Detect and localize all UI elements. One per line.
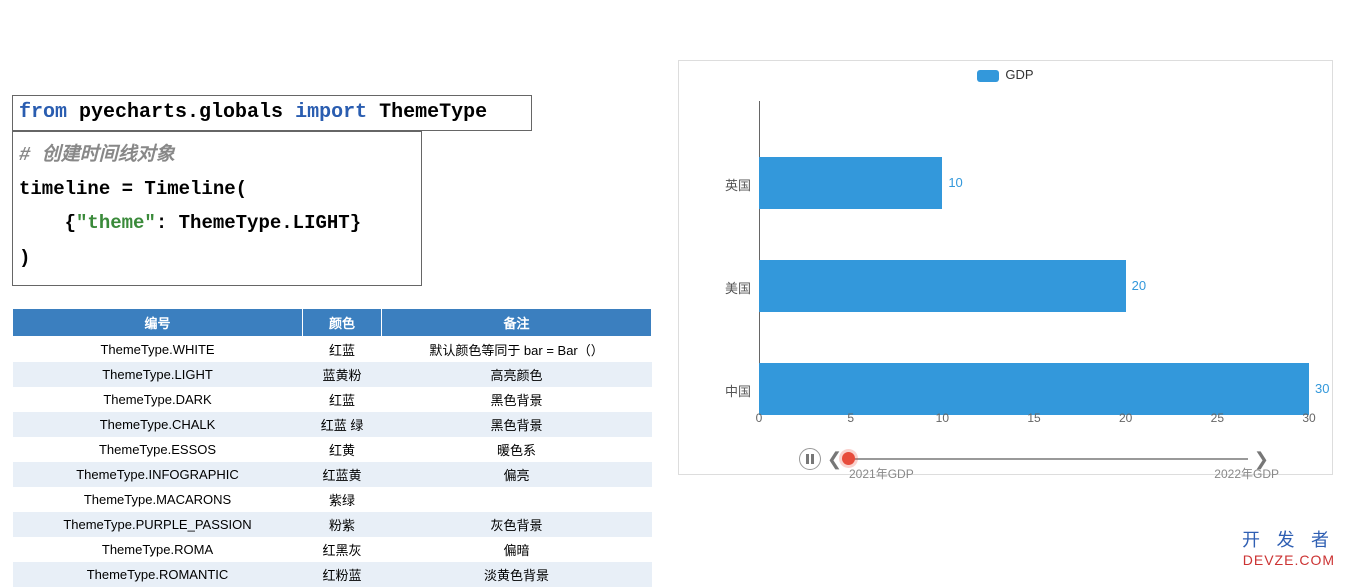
bar-value-label: 30 xyxy=(1315,381,1329,396)
table-row: ThemeType.WHITE红蓝默认颜色等同于 bar = Bar（） xyxy=(13,336,652,362)
table-cell: ThemeType.WHITE xyxy=(13,336,303,362)
x-axis-tick: 20 xyxy=(1119,411,1132,425)
x-axis-tick: 15 xyxy=(1027,411,1040,425)
code-line-3: ) xyxy=(19,241,415,275)
code-line-2: {"theme": ThemeType.LIGHT} xyxy=(19,206,415,240)
brace-open: { xyxy=(65,212,76,234)
timeline-handle-icon[interactable] xyxy=(842,452,855,465)
th-id: 编号 xyxy=(13,308,303,336)
timeline-point-1: 2022年GDP xyxy=(1214,465,1279,482)
code-line-1: timeline = Timeline( xyxy=(19,172,415,206)
pause-button[interactable] xyxy=(799,448,821,470)
table-row: ThemeType.MACARONS紫绿 xyxy=(13,487,652,512)
table-cell: ThemeType.PURPLE_PASSION xyxy=(13,512,303,537)
table-row: ThemeType.ROMA红黑灰偏暗 xyxy=(13,537,652,562)
x-axis-tick: 30 xyxy=(1302,411,1315,425)
table-cell xyxy=(382,487,652,512)
legend-swatch-icon xyxy=(977,70,999,82)
table-cell: 暖色系 xyxy=(382,437,652,462)
code-block-timeline: # 创建时间线对象 timeline = Timeline( {"theme":… xyxy=(12,131,422,286)
table-row: ThemeType.CHALK红蓝 绿黑色背景 xyxy=(13,412,652,437)
table-cell: 淡黄色背景 xyxy=(382,562,652,587)
legend-label: GDP xyxy=(1005,67,1033,82)
table-row: ThemeType.ESSOS红黄暖色系 xyxy=(13,437,652,462)
keyword-from: from xyxy=(19,101,67,124)
left-column: from pyecharts.globals import ThemeType … xyxy=(12,95,532,587)
table-row: ThemeType.INFOGRAPHIC红蓝黄偏亮 xyxy=(13,462,652,487)
y-axis-category: 英国 xyxy=(711,175,751,194)
table-cell: 蓝黄粉 xyxy=(303,362,382,387)
table-cell: ThemeType.LIGHT xyxy=(13,362,303,387)
table-cell: ThemeType.DARK xyxy=(13,387,303,412)
table-row: ThemeType.ROMANTIC红粉蓝淡黄色背景 xyxy=(13,562,652,587)
chart-bar[interactable] xyxy=(759,157,942,209)
table-cell: 红蓝 xyxy=(303,336,382,362)
table-cell: 高亮颜色 xyxy=(382,362,652,387)
indent xyxy=(19,212,65,234)
table-cell: ThemeType.INFOGRAPHIC xyxy=(13,462,303,487)
table-row: ThemeType.DARK红蓝黑色背景 xyxy=(13,387,652,412)
table-row: ThemeType.PURPLE_PASSION粉紫灰色背景 xyxy=(13,512,652,537)
x-axis-tick: 5 xyxy=(847,411,854,425)
chart-bar[interactable] xyxy=(759,363,1309,415)
table-cell: 红黑灰 xyxy=(303,537,382,562)
plot-area: 英国10美国20中国30 xyxy=(759,101,1309,411)
table-cell: 偏亮 xyxy=(382,462,652,487)
code-block-import: from pyecharts.globals import ThemeType xyxy=(12,95,532,131)
timeline-track[interactable] xyxy=(848,458,1248,460)
table-cell: ThemeType.ROMA xyxy=(13,537,303,562)
table-cell: 红粉蓝 xyxy=(303,562,382,587)
chart-bar[interactable] xyxy=(759,260,1126,312)
table-cell: ThemeType.CHALK xyxy=(13,412,303,437)
code-comment: # 创建时间线对象 xyxy=(19,138,415,172)
watermark-main: 开 发 者 xyxy=(1242,526,1335,552)
bar-value-label: 10 xyxy=(948,175,962,190)
table-cell: ThemeType.ESSOS xyxy=(13,437,303,462)
y-axis-category: 中国 xyxy=(711,381,751,400)
watermark-sub: DEVZE.COM xyxy=(1243,552,1335,568)
keyword-import: import xyxy=(295,101,367,124)
y-axis-category: 美国 xyxy=(711,278,751,297)
table-cell: 红蓝 xyxy=(303,387,382,412)
table-cell: 黑色背景 xyxy=(382,412,652,437)
x-axis: 051015202530 xyxy=(759,411,1309,431)
x-axis-tick: 0 xyxy=(756,411,763,425)
table-cell: 红蓝 绿 xyxy=(303,412,382,437)
table-cell: 红黄 xyxy=(303,437,382,462)
brace-close: } xyxy=(350,212,361,234)
table-cell: 偏暗 xyxy=(382,537,652,562)
theme-table-element: 编号 颜色 备注 ThemeType.WHITE红蓝默认颜色等同于 bar = … xyxy=(12,308,652,587)
x-axis-tick: 25 xyxy=(1211,411,1224,425)
theme-table: 编号 颜色 备注 ThemeType.WHITE红蓝默认颜色等同于 bar = … xyxy=(12,308,652,587)
chart-legend[interactable]: GDP xyxy=(679,61,1332,82)
table-cell: 粉紫 xyxy=(303,512,382,537)
prev-button[interactable]: ❮ xyxy=(827,449,842,470)
chart-panel: GDP 英国10美国20中国30 051015202530 ❮ ❯ 2021年G… xyxy=(678,60,1333,475)
table-row: ThemeType.LIGHT蓝黄粉高亮颜色 xyxy=(13,362,652,387)
code-module: pyecharts.globals xyxy=(67,101,295,124)
table-cell: ThemeType.MACARONS xyxy=(13,487,303,512)
timeline-point-0: 2021年GDP xyxy=(849,465,914,482)
table-cell: 默认颜色等同于 bar = Bar（） xyxy=(382,336,652,362)
table-cell: 黑色背景 xyxy=(382,387,652,412)
th-color: 颜色 xyxy=(303,308,382,336)
table-cell: 紫绿 xyxy=(303,487,382,512)
x-axis-tick: 10 xyxy=(936,411,949,425)
table-cell: 灰色背景 xyxy=(382,512,652,537)
table-cell: 红蓝黄 xyxy=(303,462,382,487)
theme-key: "theme" xyxy=(76,212,156,234)
pause-icon xyxy=(805,454,815,464)
th-note: 备注 xyxy=(382,308,652,336)
table-cell: ThemeType.ROMANTIC xyxy=(13,562,303,587)
code-class: ThemeType xyxy=(367,101,487,124)
theme-val: : ThemeType.LIGHT xyxy=(156,212,350,234)
bar-value-label: 20 xyxy=(1132,278,1146,293)
